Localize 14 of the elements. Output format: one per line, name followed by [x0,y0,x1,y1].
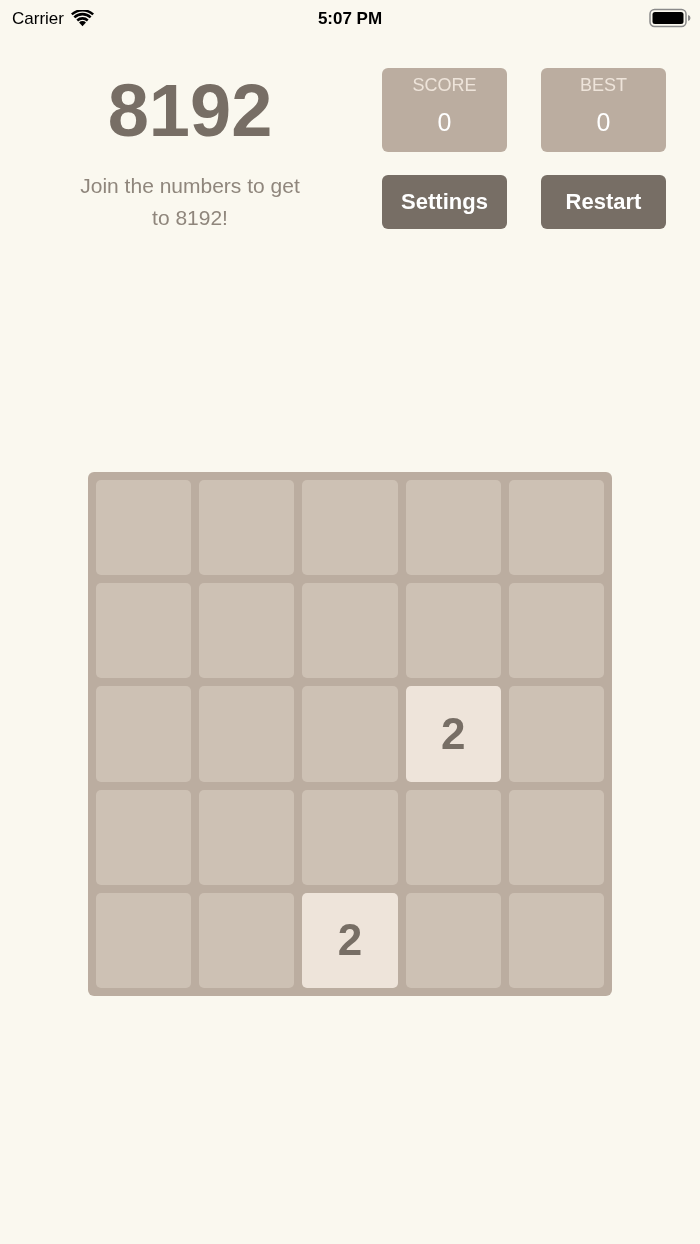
number-tile: 2 [405,686,501,782]
battery-icon [649,8,691,28]
score-label: SCORE [412,74,477,96]
carrier-label: Carrier [12,9,64,27]
restart-button[interactable]: Restart [541,174,666,229]
status-time: 5:07 PM [317,9,383,27]
wifi-icon [70,9,94,27]
score-label: BEST [580,74,627,96]
score-value: 0 [596,107,611,137]
score-value: 0 [437,107,452,137]
game-subtitle: Join the numbers to get to 8192! [79,173,301,231]
number-tile: 2 [302,892,398,988]
settings-button[interactable]: Settings [382,174,507,229]
game-title: 8192 [107,74,273,148]
